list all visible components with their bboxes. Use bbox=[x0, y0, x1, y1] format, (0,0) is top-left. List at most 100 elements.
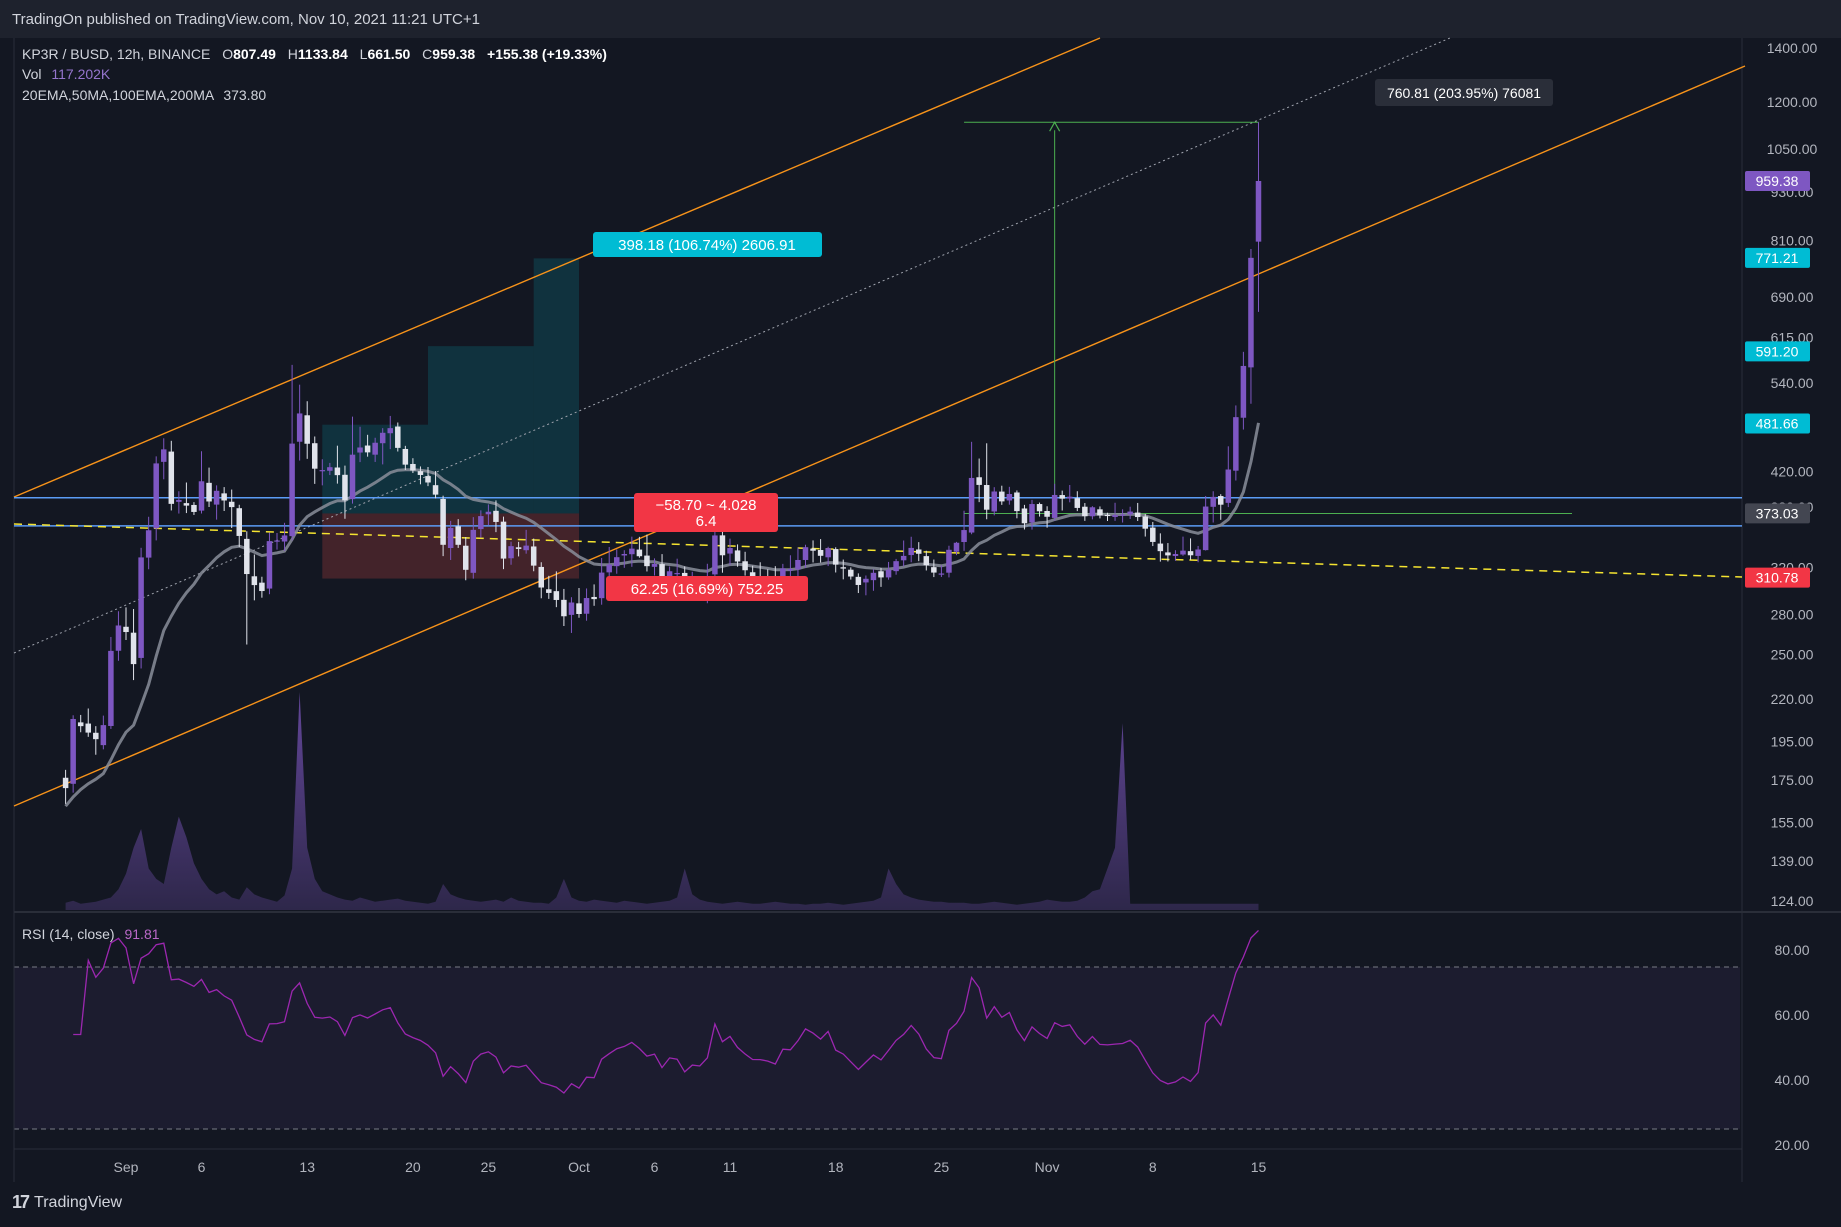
candle-body bbox=[364, 445, 371, 453]
short-position-label-top[interactable]: −58.70 ~ 4.028 6.4 bbox=[634, 493, 778, 532]
candle-body bbox=[1036, 504, 1043, 512]
candle-body bbox=[77, 722, 84, 727]
legend-h-label: H bbox=[288, 46, 298, 62]
candle-body bbox=[463, 545, 469, 570]
long-box-label: 398.18 (106.74%) 2606.91 bbox=[618, 237, 796, 254]
candle-body bbox=[840, 567, 846, 569]
candle-body bbox=[108, 650, 114, 726]
candle-body bbox=[327, 467, 333, 471]
short-position-label-bottom[interactable]: 62.25 (16.69%) 752.25 bbox=[606, 576, 808, 601]
time-tick: 18 bbox=[828, 1159, 844, 1175]
candle-body bbox=[447, 527, 454, 549]
candle-body bbox=[916, 549, 922, 554]
candle-body bbox=[1218, 496, 1224, 505]
candle-body bbox=[1082, 506, 1088, 517]
candle-body bbox=[1225, 469, 1232, 503]
candle-body bbox=[576, 603, 582, 614]
time-tick: Sep bbox=[114, 1159, 139, 1175]
candle-body bbox=[319, 470, 326, 472]
candle-body bbox=[991, 491, 997, 512]
candle-body bbox=[1089, 507, 1096, 517]
candle-body bbox=[1014, 492, 1020, 512]
rsi-tick: 60.00 bbox=[1774, 1007, 1809, 1023]
candle-body bbox=[1165, 552, 1171, 556]
price-chart[interactable]: 1400.001200.001050.00930.00810.00690.006… bbox=[0, 0, 1841, 1227]
price-tick: 420.00 bbox=[1771, 464, 1814, 480]
candle-body bbox=[1051, 494, 1058, 518]
candle-body bbox=[848, 569, 854, 577]
time-tick: 25 bbox=[481, 1159, 497, 1175]
candle-body bbox=[908, 547, 914, 556]
long-position-label[interactable]: 398.18 (106.74%) 2606.91 bbox=[593, 232, 822, 257]
candle-body bbox=[402, 448, 409, 465]
price-tick: 690.00 bbox=[1771, 289, 1814, 305]
tv-logo-icon: 17 bbox=[12, 1192, 30, 1212]
candle-body bbox=[478, 516, 484, 530]
candle-body bbox=[221, 493, 227, 501]
candle-body bbox=[425, 476, 431, 483]
price-tag-label: 591.20 bbox=[1756, 343, 1799, 359]
candle-body bbox=[500, 521, 507, 559]
candle-body bbox=[802, 547, 809, 560]
candle-body bbox=[636, 549, 643, 557]
long-zone-3 bbox=[533, 258, 579, 514]
candle-body bbox=[1006, 493, 1013, 501]
candle-body bbox=[1134, 512, 1141, 518]
price-axis[interactable]: 1400.001200.001050.00930.00810.00690.006… bbox=[1767, 40, 1818, 909]
candle-body bbox=[70, 718, 76, 784]
time-axis[interactable]: Sep 6 13 20 25 Oct 6 11 18 25 Nov 8 15 bbox=[114, 1159, 1267, 1175]
candle-body bbox=[515, 547, 522, 549]
candle-body bbox=[983, 485, 990, 510]
candle-body bbox=[130, 632, 137, 665]
legend-o-label: O bbox=[222, 46, 233, 62]
time-tick: Nov bbox=[1035, 1159, 1060, 1175]
candle-body bbox=[440, 498, 446, 545]
candle-body bbox=[931, 567, 937, 573]
candle-body bbox=[538, 566, 544, 588]
candle-body bbox=[1029, 504, 1035, 523]
time-tick: 13 bbox=[299, 1159, 315, 1175]
price-tick: 540.00 bbox=[1771, 375, 1814, 391]
candle-body bbox=[523, 545, 529, 551]
candle-body bbox=[1180, 550, 1186, 555]
price-tick: 1400.00 bbox=[1767, 40, 1818, 56]
candle-body bbox=[583, 598, 590, 614]
price-tick: 220.00 bbox=[1771, 691, 1814, 707]
candle-body bbox=[244, 538, 250, 575]
rsi-band bbox=[14, 967, 1740, 1129]
price-tag-label: 373.03 bbox=[1756, 505, 1799, 521]
candle-body bbox=[734, 550, 741, 562]
candle-body bbox=[334, 467, 341, 476]
legend-change: +155.38 (+19.33%) bbox=[487, 46, 607, 62]
candle-body bbox=[1195, 549, 1201, 556]
candle-body bbox=[387, 428, 393, 434]
tradingview-logo[interactable]: 17 TradingView bbox=[12, 1192, 122, 1213]
candle-body bbox=[712, 535, 718, 575]
candle-body bbox=[651, 563, 658, 567]
candle-body bbox=[304, 415, 310, 444]
short-box-label-3: 62.25 (16.69%) 752.25 bbox=[631, 581, 784, 598]
candle-body bbox=[591, 596, 597, 600]
candle-body bbox=[115, 625, 122, 651]
rsi-axis: 80.00 60.00 40.00 20.00 bbox=[1774, 942, 1809, 1153]
candle-body bbox=[198, 481, 205, 511]
rsi-tick: 80.00 bbox=[1774, 942, 1809, 958]
candle-body bbox=[191, 504, 197, 512]
legend-rsi-label: RSI (14, close) bbox=[22, 926, 115, 942]
main-pane[interactable] bbox=[14, 38, 1740, 910]
candle-body bbox=[410, 463, 416, 471]
candle-body bbox=[621, 554, 628, 556]
candle-body bbox=[885, 569, 892, 578]
candle-body bbox=[85, 723, 91, 733]
price-tag-label: 481.66 bbox=[1756, 415, 1799, 431]
candle-body bbox=[644, 555, 650, 567]
candle-body bbox=[938, 573, 945, 575]
candle-body bbox=[1150, 527, 1156, 542]
candle-body bbox=[289, 443, 295, 537]
candle-body bbox=[123, 626, 129, 633]
candle-body bbox=[1157, 543, 1164, 552]
candle-body bbox=[1067, 496, 1073, 499]
measure-label[interactable]: 760.81 (203.95%) 76081 bbox=[1375, 79, 1553, 106]
legend-l-label: L bbox=[360, 46, 368, 62]
candle-body bbox=[893, 561, 899, 572]
